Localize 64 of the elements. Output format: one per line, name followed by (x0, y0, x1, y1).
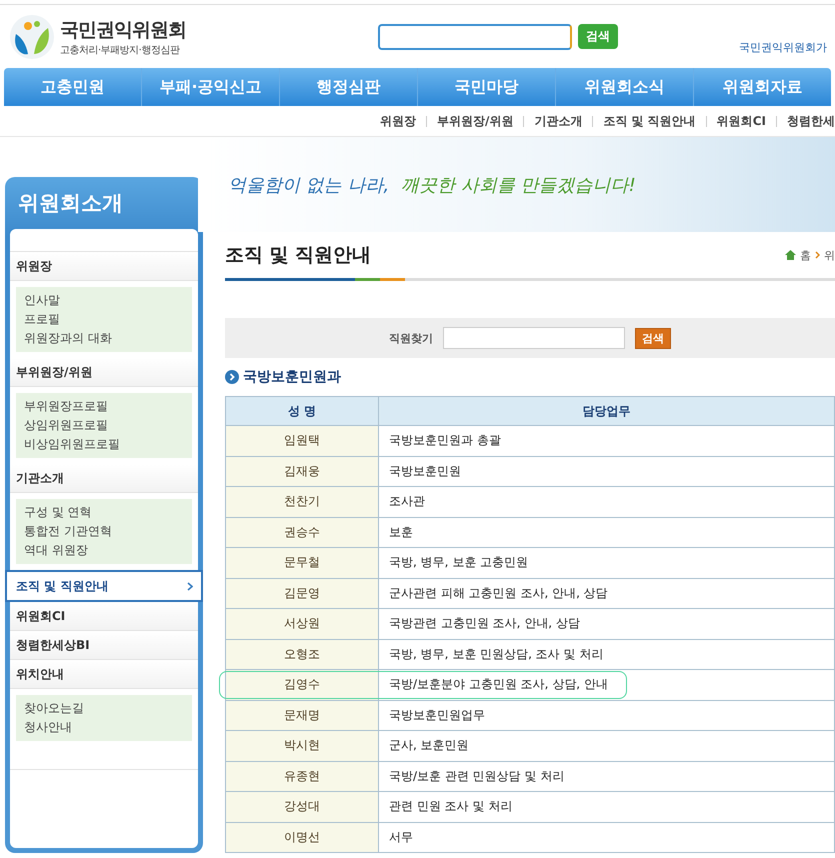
submenu-item[interactable]: 구성 및 연혁 (24, 503, 184, 522)
submenu-item[interactable]: 찾아오는길 (24, 699, 184, 718)
sub-nav-link[interactable]: 부위원장/위원 (436, 112, 514, 130)
section-title: 국방보훈민원과 (243, 368, 341, 386)
table-cell: 문재명 (226, 700, 378, 730)
sidebar-item[interactable]: 조직 및 직원안내 (5, 570, 203, 602)
sub-nav-link[interactable]: 조직 및 직원안내 (603, 112, 696, 130)
submenu-item[interactable]: 부위원장프로필 (24, 397, 184, 416)
table-cell: 권승수 (226, 517, 378, 548)
page-title: 조직 및 직원안내 (225, 243, 372, 268)
table-cell: 관련 민원 조사 및 처리 (378, 792, 834, 822)
table-cell: 보훈 (378, 517, 834, 548)
submenu-item[interactable]: 상임위원프로필 (24, 416, 184, 435)
table-cell: 조사관 (378, 486, 834, 517)
table-cell: 국방보훈민원업무 (378, 700, 834, 730)
slogan-text: 깨끗한 사회를 만들겠습니다! (401, 174, 636, 196)
table-cell: 군사관련 피해 고충민원 조사, 안내, 상담 (378, 578, 834, 608)
table-cell: 국방, 병무, 보훈 민원상담, 조사 및 처리 (378, 639, 834, 670)
slogan-text: 억울함이 없는 나라, (228, 174, 390, 196)
table-cell: 강성대 (226, 792, 378, 822)
breadcrumb-link[interactable]: 홈 (800, 248, 811, 262)
sub-nav-link[interactable]: 위원회CI (716, 112, 766, 130)
table-cell: 서무 (378, 822, 834, 852)
table-cell: 군사, 보훈민원 (378, 730, 834, 761)
logo-icon (8, 14, 56, 60)
staff-search-label: 직원찾기 (389, 330, 433, 346)
table-cell: 국방관련 고충민원 조사, 안내, 상담 (378, 608, 834, 639)
table-cell: 문무철 (226, 548, 378, 578)
submenu-item[interactable]: 통합전 기관연혁 (24, 522, 184, 541)
sub-nav-link[interactable]: 위원장 (380, 112, 416, 130)
table-cell: 임원택 (226, 426, 378, 456)
table-cell: 유종현 (226, 761, 378, 792)
table-cell: 김문영 (226, 578, 378, 608)
tagline-text: 국민권익위원회가 (739, 40, 827, 55)
chevron-icon (187, 582, 193, 590)
table-cell: 김재웅 (226, 456, 378, 486)
column-header: 담당업무 (378, 396, 834, 426)
submenu-item[interactable]: 청사안내 (24, 718, 184, 737)
home-icon (785, 250, 796, 260)
table-cell: 오형조 (226, 639, 378, 670)
submenu-item[interactable]: 비상임위원프로필 (24, 435, 184, 454)
sub-nav-link[interactable]: 기관소개 (534, 112, 582, 130)
submenu-item[interactable]: 프로필 (24, 310, 184, 329)
submenu-item[interactable]: 역대 위원장 (24, 541, 184, 560)
table-cell: 박시현 (226, 730, 378, 761)
submenu-item[interactable]: 인사말 (24, 291, 184, 310)
table-cell: 서상원 (226, 608, 378, 639)
sidebar-title: 위원회소개 (17, 190, 124, 217)
submenu-item[interactable]: 위원장과의 대화 (24, 329, 184, 348)
search-field[interactable] (378, 24, 572, 50)
logo-subtitle: 고충처리·부패방지·행정심판 (60, 44, 181, 56)
logo-title: 국민권익위원회 (60, 18, 186, 42)
table-cell: 이명선 (226, 822, 378, 852)
table-cell: 천찬기 (226, 486, 378, 517)
column-header: 성 명 (226, 396, 378, 426)
table-cell: 국방보훈민원 (378, 456, 834, 486)
staff-search-field[interactable] (443, 327, 625, 349)
chevron-icon (815, 251, 820, 259)
sub-nav-link[interactable]: 청렴한세 (787, 112, 835, 130)
table-cell: 국방, 병무, 보훈 고충민원 (378, 548, 834, 578)
table-cell: 국방/보훈 관련 민원상담 및 처리 (378, 761, 834, 792)
breadcrumb-link[interactable]: 위 (824, 248, 835, 262)
table-cell: 국방보훈민원과 총괄 (378, 426, 834, 456)
table-cell: 김영수 (226, 670, 378, 700)
